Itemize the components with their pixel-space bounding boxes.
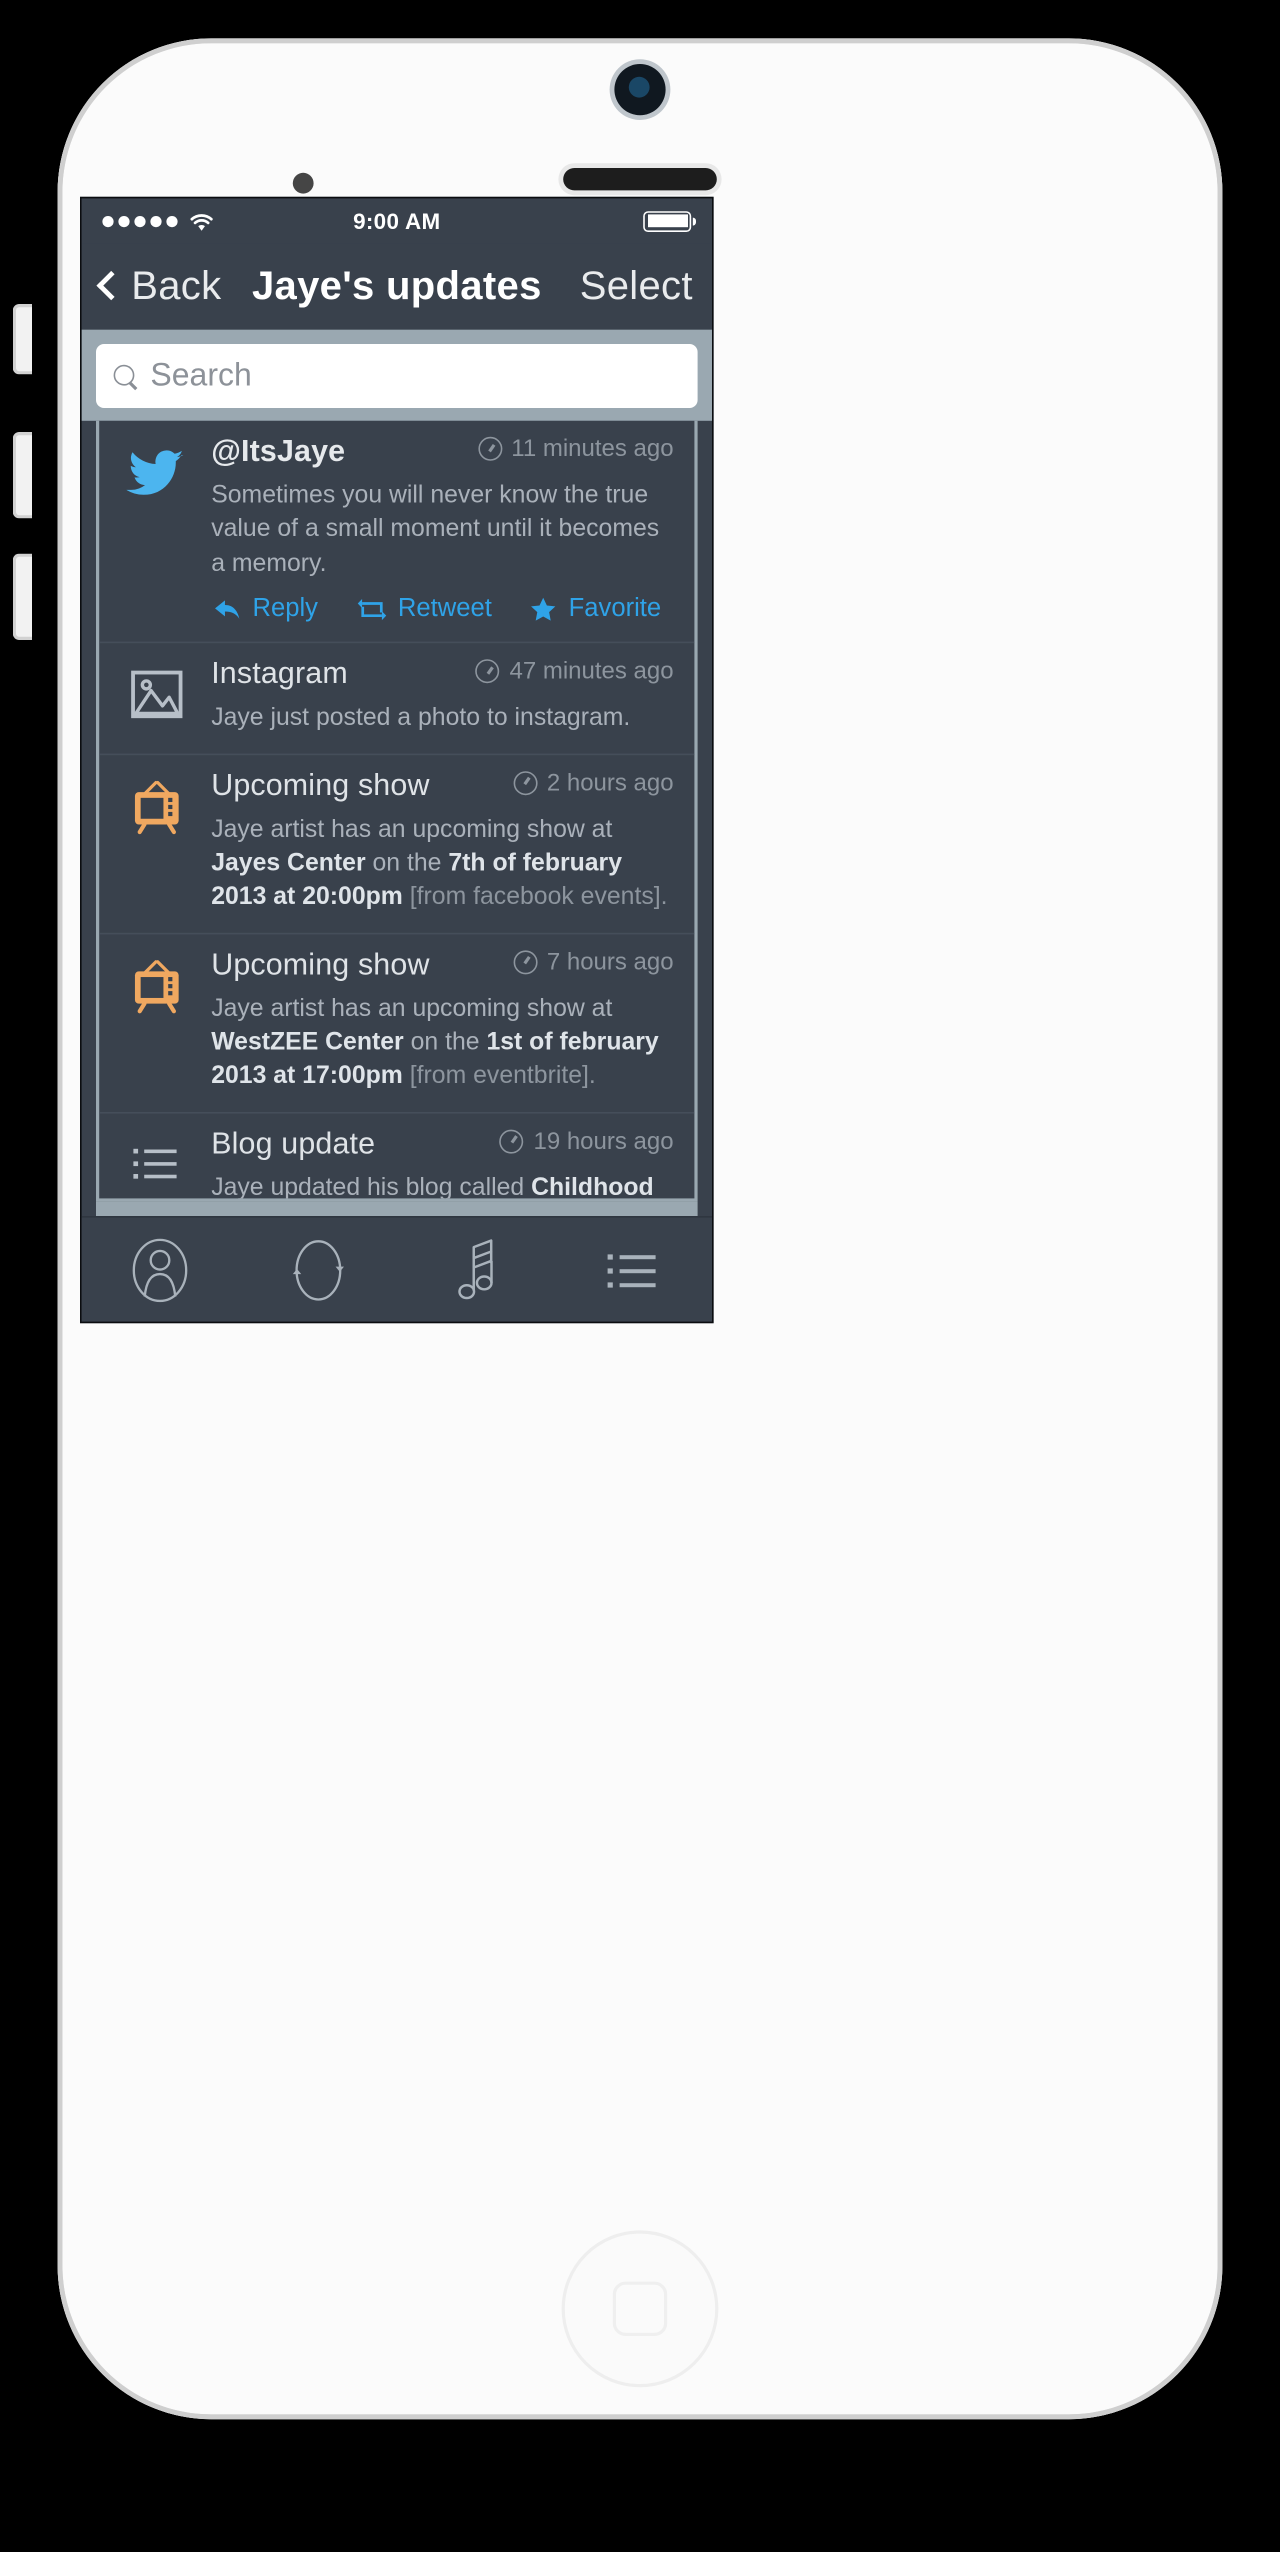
feed-item-header: Blog update 19 hours ago <box>211 1128 673 1163</box>
home-square-icon <box>612 2281 668 2336</box>
profile-icon <box>128 1237 192 1302</box>
clock-icon <box>477 436 502 461</box>
feed-item-body: Jaye just posted a photo to instagram. <box>211 704 631 732</box>
feed-item-title: Blog update <box>211 1127 376 1162</box>
feed-item-title: Upcoming show <box>211 768 430 803</box>
feed-item-content: Upcoming show 2 hours ago Jaye artist has … <box>211 769 673 915</box>
tab-music-note[interactable] <box>397 1238 555 1302</box>
volume-up-button[interactable] <box>12 432 33 519</box>
feed-item[interactable]: Instagram 47 minutes ago Jaye just posted … <box>99 643 695 755</box>
feed-item-time-label: 11 minutes ago <box>511 435 674 463</box>
feed-item[interactable]: Upcoming show 2 hours ago Jaye artist has … <box>99 754 695 934</box>
feed-item-header: Upcoming show 2 hours ago <box>211 769 673 804</box>
feed-item-timestamp: 19 hours ago <box>499 1127 674 1155</box>
volume-down-button[interactable] <box>12 553 33 640</box>
star-icon <box>530 597 557 623</box>
back-button-label: Back <box>131 263 222 308</box>
status-bar: 9:00 AM <box>81 198 713 244</box>
feed-item-time-label: 47 minutes ago <box>509 657 674 685</box>
tab-list[interactable] <box>554 1238 712 1302</box>
feed-item-timestamp: 2 hours ago <box>513 768 674 796</box>
feed-item-icon <box>120 769 194 915</box>
feed-item-icon <box>120 948 194 1094</box>
photo-icon <box>126 664 187 725</box>
phone-mockup: 9:00 AM Back Jaye's updates Select Searc… <box>0 0 1280 2458</box>
feed-item[interactable]: Blog update 19 hours ago Jaye updated his … <box>99 1113 694 1198</box>
clock-icon <box>513 949 538 974</box>
feed-item-header: Upcoming show 7 hours ago <box>211 948 673 983</box>
status-bar-time: 9:00 AM <box>353 208 441 234</box>
tab-bar <box>81 1216 713 1322</box>
feed-item-icon <box>120 1128 194 1199</box>
feed-item[interactable]: @ItsJaye 11 minutes ago Sometimes you will… <box>99 421 695 644</box>
feed-item-body: Jaye artist has an upcoming show at Jaye… <box>211 815 668 911</box>
tv-icon <box>126 775 187 836</box>
feed-item-body: Jaye artist has an upcoming show at West… <box>211 994 659 1091</box>
tv-icon <box>126 955 187 1016</box>
feed-item-body: Jaye updated his blog called Childhood <box>211 1174 654 1199</box>
feed-item-content: Instagram 47 minutes ago Jaye just posted … <box>211 658 673 735</box>
clock-icon <box>499 1129 524 1154</box>
favorite-button[interactable]: Favorite <box>530 595 661 624</box>
list-icon <box>601 1238 665 1302</box>
reply-arrow-icon <box>214 598 241 622</box>
select-button[interactable]: Select <box>580 263 693 309</box>
feed-item-icon <box>120 658 194 735</box>
feed-item-icon <box>120 435 194 624</box>
search-input[interactable]: Search <box>96 344 698 408</box>
chevron-left-icon <box>96 270 126 300</box>
tab-profile[interactable] <box>82 1237 240 1302</box>
updates-feed[interactable]: @ItsJaye 11 minutes ago Sometimes you will… <box>99 420 695 1199</box>
feed-item-timestamp: 47 minutes ago <box>475 657 674 685</box>
feed-item-time-label: 19 hours ago <box>533 1127 674 1155</box>
feed-item-content: @ItsJaye 11 minutes ago Sometimes you will… <box>211 435 673 624</box>
navigation-bar: Back Jaye's updates Select <box>81 243 713 330</box>
feed-item-time-label: 2 hours ago <box>546 768 674 796</box>
back-button[interactable]: Back <box>96 263 222 309</box>
feed-item-title: Upcoming show <box>211 948 430 982</box>
feed-item-time-label: 7 hours ago <box>546 948 674 976</box>
search-icon <box>113 364 138 388</box>
feed-item-timestamp: 7 hours ago <box>513 948 674 976</box>
feed-item-content: Upcoming show 7 hours ago Jaye artist has … <box>211 948 673 1094</box>
favorite-label: Favorite <box>568 595 662 623</box>
rear-camera-icon <box>614 64 666 116</box>
feed-item-title: @ItsJaye <box>211 435 346 469</box>
front-camera-icon <box>292 172 314 194</box>
twitter-bird-icon <box>126 442 187 503</box>
sync-icon <box>286 1238 350 1302</box>
battery-icon <box>643 210 697 232</box>
feed-item-header: @ItsJaye 11 minutes ago <box>211 435 673 470</box>
retweet-label: Retweet <box>397 595 492 623</box>
screenshot-canvas: 9:00 AM Back Jaye's updates Select Searc… <box>0 0 1280 2552</box>
list-icon <box>128 1134 186 1192</box>
feed-item-content: Blog update 19 hours ago Jaye updated his … <box>211 1128 673 1199</box>
feed-item-header: Instagram 47 minutes ago <box>211 658 673 693</box>
feed-item[interactable]: Upcoming show 7 hours ago Jaye artist has … <box>99 934 695 1114</box>
search-placeholder: Search <box>150 357 252 393</box>
feed-item-timestamp: 11 minutes ago <box>477 435 674 463</box>
music-note-icon <box>444 1238 508 1302</box>
feed-frame: @ItsJaye 11 minutes ago Sometimes you will… <box>96 420 698 1202</box>
reply-button[interactable]: Reply <box>214 595 318 624</box>
phone-screen: 9:00 AM Back Jaye's updates Select Searc… <box>80 196 714 1324</box>
reply-label: Reply <box>252 595 318 623</box>
clock-icon <box>475 659 500 684</box>
feed-item-body: Sometimes you will never know the true v… <box>211 481 660 578</box>
tweet-actions: Reply Retweet Favorite <box>211 595 673 624</box>
feed-item-title: Instagram <box>211 657 348 692</box>
clock-icon <box>513 770 538 795</box>
tab-sync[interactable] <box>239 1238 397 1302</box>
retweet-button[interactable]: Retweet <box>356 595 492 624</box>
earpiece-speaker <box>563 168 717 191</box>
retweet-icon <box>356 599 386 621</box>
home-button[interactable] <box>561 2230 719 2388</box>
search-bar-container: Search <box>81 329 713 421</box>
silent-switch[interactable] <box>12 304 33 375</box>
